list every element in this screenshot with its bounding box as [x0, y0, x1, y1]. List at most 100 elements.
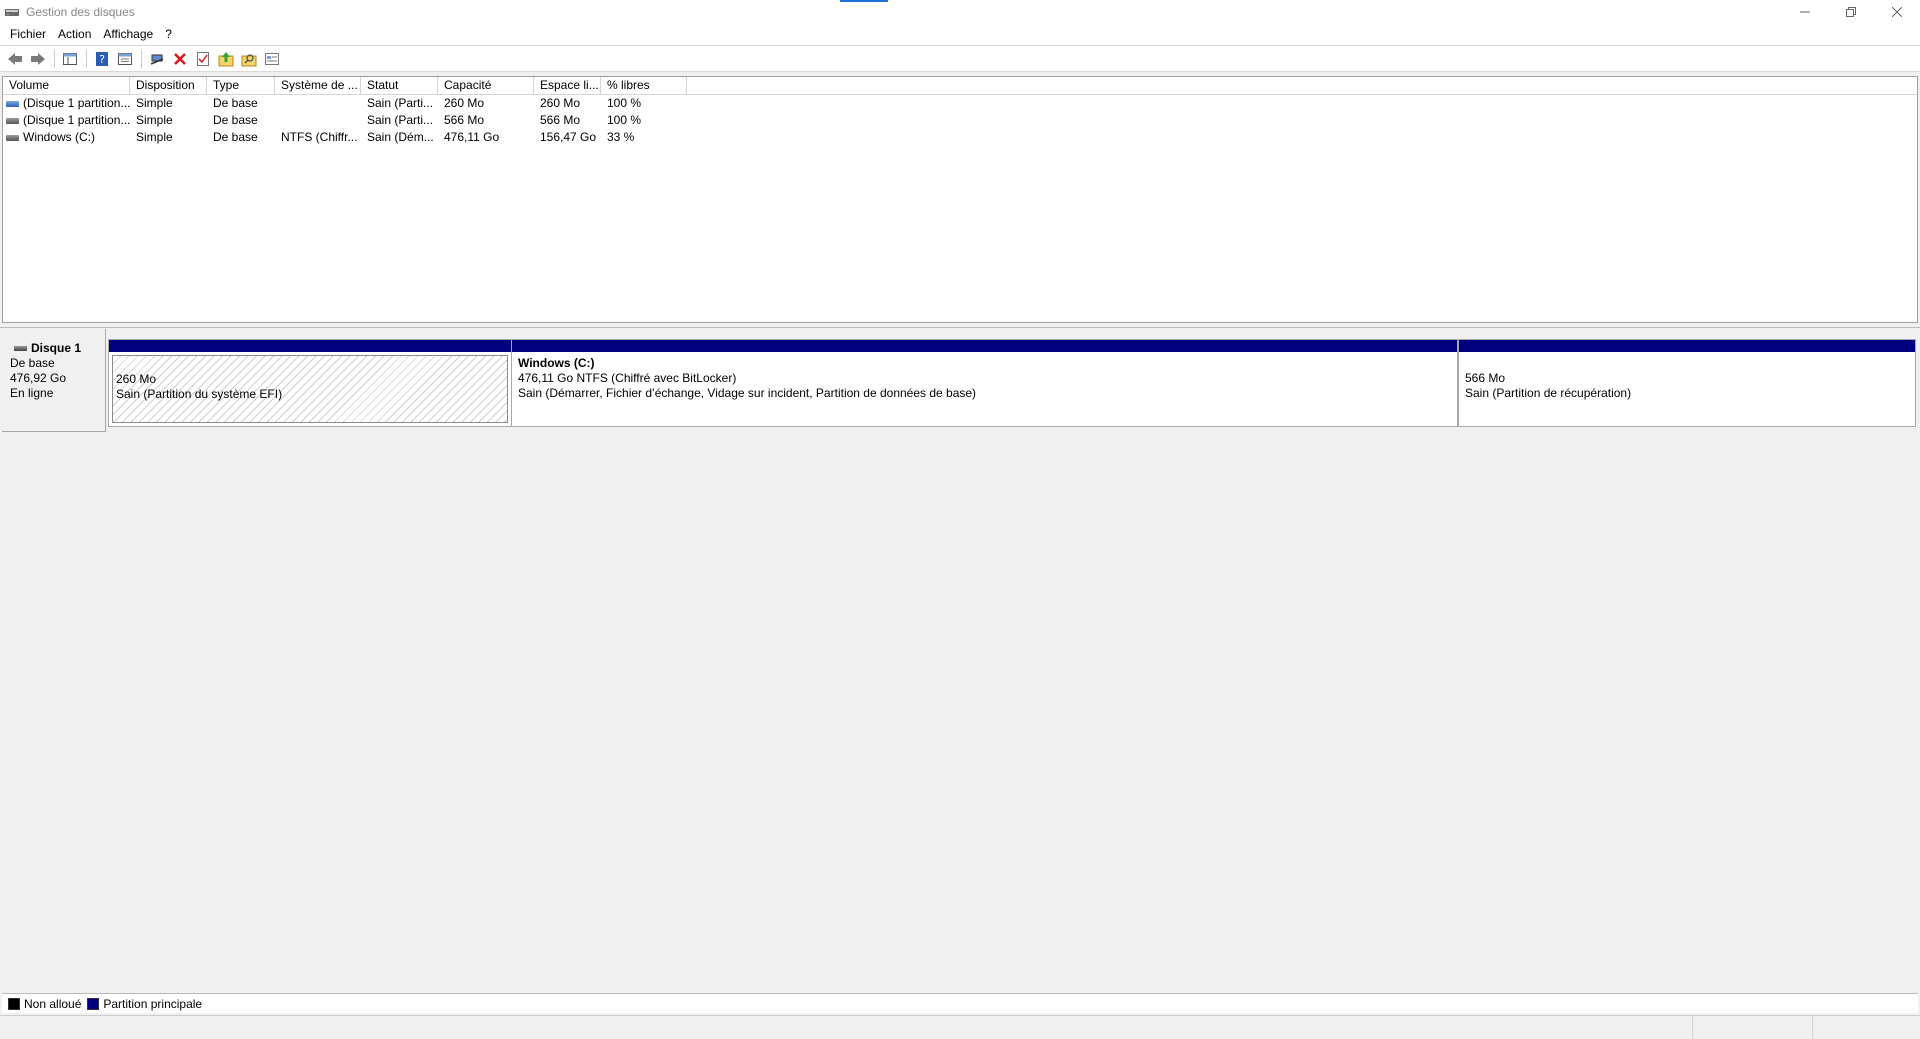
legend: Non alloué Partition principale: [2, 993, 1918, 1013]
column-header-free-space[interactable]: Espace li...: [534, 77, 601, 95]
window-title: Gestion des disques: [26, 4, 135, 19]
volume-list[interactable]: Volume Disposition Type Système de ... S…: [2, 76, 1918, 323]
disposition-cell: Simple: [136, 113, 173, 127]
restore-button[interactable]: [1828, 0, 1874, 23]
status-bar: [0, 1015, 1920, 1039]
partition-status: Sain (Démarrer, Fichier d’échange, Vidag…: [518, 386, 977, 400]
partition-name: [116, 357, 504, 372]
capacity-cell: 260 Mo: [444, 96, 485, 110]
volume-icon: [6, 134, 19, 141]
disk-management-icon: [4, 4, 20, 20]
free-space-cell: 260 Mo: [540, 96, 581, 110]
minimize-button[interactable]: [1782, 0, 1828, 23]
percent-free-cell: 100 %: [607, 96, 642, 110]
capacity-cell: 476,11 Go: [444, 130, 500, 144]
disposition-cell: Simple: [136, 96, 173, 110]
volume-cell: Windows (C:): [3, 129, 130, 146]
disk-info[interactable]: Disque 1 De base 476,92 Go En ligne: [2, 329, 106, 432]
column-header-filesystem[interactable]: Système de ...: [275, 77, 361, 95]
delete-icon: [174, 52, 186, 65]
check-button[interactable]: [192, 48, 214, 70]
table-row[interactable]: Windows (C:) Simple De base NTFS (Chiffr…: [3, 129, 1917, 146]
check-icon: [197, 51, 209, 66]
legend-primary: Partition principale: [87, 997, 202, 1011]
free-space-cell: 156,47 Go: [540, 130, 597, 144]
percent-free-cell: 100 %: [607, 113, 642, 127]
folder-search-button[interactable]: [238, 48, 260, 70]
help-button[interactable]: ?: [91, 48, 113, 70]
percent-free-cell: 33 %: [607, 130, 635, 144]
restore-icon: [1846, 6, 1856, 17]
volume-list-header: Volume Disposition Type Système de ... S…: [3, 77, 1917, 95]
partition-size: 476,11 Go NTFS (Chiffré avec BitLocker): [518, 371, 737, 385]
menu-fichier[interactable]: Fichier: [4, 23, 52, 45]
toolbar-separator: [54, 49, 55, 68]
folder-search-icon: [241, 53, 257, 66]
type-cell: De base: [213, 96, 258, 110]
disposition-cell: Simple: [136, 130, 173, 144]
help-icon: ?: [96, 51, 108, 66]
properties-button[interactable]: [114, 48, 136, 70]
column-header-status[interactable]: Statut: [361, 77, 438, 95]
column-header-capacity[interactable]: Capacité: [438, 77, 534, 95]
connect-icon: [150, 54, 164, 65]
connect-button[interactable]: [146, 48, 168, 70]
folder-up-button[interactable]: [215, 48, 237, 70]
folder-up-icon: [218, 51, 234, 66]
view-button[interactable]: [261, 48, 283, 70]
free-space-cell: 566 Mo: [540, 113, 581, 127]
table-row[interactable]: (Disque 1 partition... Simple De base Sa…: [3, 112, 1917, 129]
pane-splitter[interactable]: [0, 323, 1920, 328]
menu-action[interactable]: Action: [52, 23, 97, 45]
forward-button[interactable]: [27, 48, 49, 70]
disk-status: En ligne: [10, 386, 54, 400]
partition-size: 260 Mo: [116, 372, 157, 386]
toolbar-separator: [141, 49, 142, 68]
partition-efi[interactable]: 260 Mo Sain (Partition du système EFI): [108, 339, 512, 427]
status-cell: Sain (Parti...: [367, 96, 434, 110]
partition-body: 566 Mo Sain (Partition de récupération): [1462, 355, 1912, 423]
table-row[interactable]: (Disque 1 partition... Simple De base Sa…: [3, 95, 1917, 112]
partition-bar: [1459, 340, 1915, 352]
partition-name: Windows (C:): [518, 356, 595, 370]
toolbar-separator: [86, 49, 87, 68]
status-segment: [1692, 1016, 1812, 1039]
column-header-type[interactable]: Type: [207, 77, 275, 95]
properties-icon: [118, 52, 132, 65]
column-header-disposition[interactable]: Disposition: [130, 77, 207, 95]
menu-affichage[interactable]: Affichage: [97, 23, 159, 45]
volume-icon: [6, 100, 19, 107]
disk-size: 476,92 Go: [10, 371, 67, 385]
console-tree-button[interactable]: [59, 48, 81, 70]
partition-body: 260 Mo Sain (Partition du système EFI): [112, 355, 508, 423]
column-header-volume[interactable]: Volume: [3, 77, 130, 95]
partition-windows[interactable]: Windows (C:) 476,11 Go NTFS (Chiffré ave…: [511, 339, 1458, 427]
partition-area: 260 Mo Sain (Partition du système EFI) W…: [106, 329, 1918, 432]
partition-bar: [109, 340, 511, 352]
volume-icon: [6, 117, 19, 124]
svg-text:?: ?: [99, 53, 105, 66]
status-segment: [1812, 1016, 1920, 1039]
back-button[interactable]: [4, 48, 26, 70]
close-button[interactable]: [1874, 0, 1920, 23]
partition-status: Sain (Partition du système EFI): [116, 387, 283, 401]
delete-button[interactable]: [169, 48, 191, 70]
status-cell: Sain (Parti...: [367, 113, 434, 127]
legend-swatch-primary: [87, 997, 100, 1010]
disk-row[interactable]: Disque 1 De base 476,92 Go En ligne 260 …: [2, 329, 1918, 432]
menu-bar: Fichier Action Affichage ?: [0, 23, 1920, 45]
partition-bar: [512, 340, 1457, 352]
partition-body: Windows (C:) 476,11 Go NTFS (Chiffré ave…: [515, 355, 1454, 423]
minimize-icon: [1800, 11, 1810, 12]
column-header-percent-free[interactable]: % libres: [601, 77, 687, 95]
volume-name: (Disque 1 partition...: [23, 96, 130, 110]
status-cell: Sain (Dém...: [367, 130, 434, 144]
toolbar: ?: [0, 45, 1920, 72]
volume-cell: (Disque 1 partition...: [3, 112, 130, 129]
partition-recovery[interactable]: 566 Mo Sain (Partition de récupération): [1458, 339, 1916, 427]
capacity-cell: 566 Mo: [444, 113, 485, 127]
legend-label: Non alloué: [24, 996, 82, 1011]
partition-size: 566 Mo: [1465, 371, 1506, 385]
menu-help[interactable]: ?: [159, 23, 178, 45]
title-bar: Gestion des disques: [0, 0, 1920, 23]
